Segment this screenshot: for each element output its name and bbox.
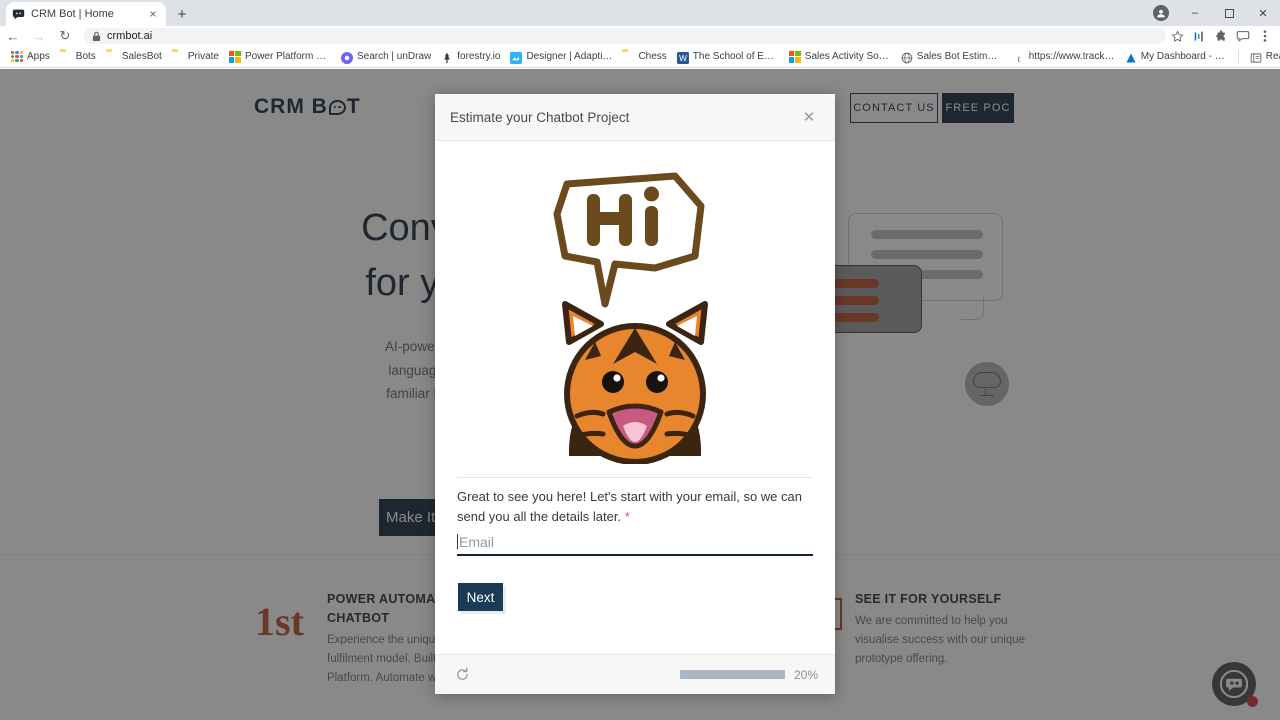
- next-button[interactable]: Next: [458, 583, 503, 611]
- svg-text:W: W: [679, 54, 687, 63]
- tiger-mascot-illustration: [435, 159, 835, 469]
- bookmark-my-dashboard[interactable]: My Dashboard - Mi...: [1120, 48, 1232, 66]
- bookmark-label: SalesBot: [121, 51, 162, 62]
- chat-icon[interactable]: [1232, 26, 1254, 46]
- profile-icon: [1153, 5, 1169, 21]
- reading-list-label: Reading list: [1265, 51, 1280, 62]
- bookmark-sales-bot-estimator[interactable]: Sales Bot Estimator...: [896, 48, 1008, 66]
- bookmark-school-of-educ[interactable]: W The School of Educ...: [672, 48, 784, 66]
- tab-title: CRM Bot | Home: [31, 8, 114, 20]
- extension-icon[interactable]: [1188, 26, 1210, 46]
- forward-icon[interactable]: →: [26, 26, 52, 46]
- modal-body: Great to see you here! Let's start with …: [435, 141, 835, 654]
- reading-list-icon: [1250, 51, 1262, 63]
- email-input[interactable]: [459, 533, 813, 550]
- restart-icon[interactable]: [452, 665, 472, 685]
- undraw-icon: [340, 51, 353, 64]
- modal-title: Estimate your Chatbot Project: [450, 109, 630, 125]
- bookmark-label: Bots: [75, 51, 96, 62]
- folder-icon: [172, 51, 184, 63]
- bookmark-sales-activity[interactable]: Sales Activity Social...: [784, 48, 896, 66]
- bookmark-label: Search | unDraw: [356, 51, 432, 62]
- window-controls: – ✕: [1144, 0, 1280, 26]
- svg-text:t: t: [1017, 53, 1020, 63]
- reload-icon[interactable]: ↻: [52, 26, 78, 46]
- bookmark-label: Chess: [638, 51, 667, 62]
- text-cursor: [457, 534, 458, 549]
- toolbar-actions: [1166, 26, 1280, 46]
- bookmark-apps[interactable]: Apps: [6, 48, 55, 66]
- reading-list-area: Reading list: [1232, 48, 1280, 66]
- bookmark-undraw[interactable]: Search | unDraw: [336, 48, 436, 66]
- folder-icon: [106, 51, 118, 63]
- required-marker: *: [624, 509, 630, 524]
- menu-icon[interactable]: [1254, 26, 1276, 46]
- bookmark-label: Private: [187, 51, 219, 62]
- bookmark-label: Sales Bot Estimator...: [916, 51, 1003, 62]
- new-tab-button[interactable]: +: [172, 4, 192, 24]
- progress-bar: [679, 670, 785, 679]
- puzzle-icon[interactable]: [1210, 26, 1232, 46]
- apps-grid-icon: [11, 50, 23, 63]
- microsoft-icon: [228, 50, 241, 63]
- bookmark-label: forestry.io: [457, 51, 501, 62]
- reading-list-button[interactable]: Reading list: [1245, 48, 1280, 66]
- microsoft-icon: [788, 50, 801, 63]
- profile-avatar[interactable]: [1144, 0, 1178, 26]
- close-icon[interactable]: ✕: [798, 106, 820, 128]
- globe-icon: [901, 51, 913, 63]
- bookmark-forestry[interactable]: forestry.io: [436, 48, 505, 66]
- bookmark-tracker[interactable]: t https://www.tracker...: [1008, 48, 1120, 66]
- folder-icon: [622, 51, 634, 63]
- word-icon: W: [676, 51, 689, 64]
- forestry-icon: [441, 51, 453, 63]
- bookmark-chess[interactable]: Chess: [617, 48, 671, 66]
- star-icon[interactable]: [1166, 26, 1188, 46]
- bookmarks-bar: Apps Bots SalesBot Private Power Platfor…: [0, 46, 1280, 68]
- bookmark-label: Power Platform ad...: [244, 51, 331, 62]
- close-window-button[interactable]: ✕: [1246, 0, 1280, 26]
- bookmark-label: Designer | Adaptive...: [526, 51, 613, 62]
- email-field-wrapper[interactable]: [457, 529, 813, 556]
- bookmark-designer[interactable]: Designer | Adaptive...: [505, 48, 617, 66]
- modal-header: Estimate your Chatbot Project ✕: [435, 94, 835, 141]
- bookmark-label: Apps: [27, 51, 50, 62]
- designer-icon: [510, 51, 523, 64]
- lock-icon: [92, 31, 101, 42]
- bookmark-salesbot[interactable]: SalesBot: [101, 48, 167, 66]
- bookmark-label: Sales Activity Social...: [804, 51, 891, 62]
- bookmark-power-platform[interactable]: Power Platform ad...: [224, 48, 336, 66]
- progress-label: 20%: [793, 667, 818, 682]
- tracker-icon: t: [1013, 51, 1025, 64]
- bookmark-label: My Dashboard - Mi...: [1140, 51, 1227, 62]
- maximize-button[interactable]: [1212, 0, 1246, 26]
- bookmark-bots[interactable]: Bots: [55, 48, 101, 66]
- modal-prompt: Great to see you here! Let's start with …: [457, 487, 813, 527]
- screen: CRM Bot | Home × + – ✕ ← → ↻ crmbot.ai A…: [0, 0, 1280, 720]
- bookmark-private[interactable]: Private: [167, 48, 224, 66]
- close-icon[interactable]: ×: [146, 7, 160, 21]
- chat-bubble-icon: [12, 8, 25, 21]
- browser-tab-strip: CRM Bot | Home × + – ✕: [0, 0, 1280, 26]
- bookmark-label: https://www.tracker...: [1028, 51, 1115, 62]
- divider: [457, 477, 813, 478]
- address-bar[interactable]: crmbot.ai: [84, 28, 1166, 44]
- modal-footer: 20%: [435, 654, 835, 694]
- minimize-button[interactable]: –: [1178, 0, 1212, 26]
- back-icon[interactable]: ←: [0, 26, 26, 46]
- url-text: crmbot.ai: [107, 30, 153, 42]
- estimate-modal: Estimate your Chatbot Project ✕ Great to…: [435, 94, 835, 694]
- folder-icon: [60, 51, 72, 63]
- azure-icon: [1125, 51, 1137, 63]
- progress-area: 20%: [679, 667, 818, 682]
- bookmark-label: The School of Educ...: [692, 51, 779, 62]
- divider: [1237, 50, 1239, 63]
- browser-toolbar: ← → ↻ crmbot.ai: [0, 26, 1280, 46]
- browser-tab[interactable]: CRM Bot | Home ×: [6, 2, 166, 26]
